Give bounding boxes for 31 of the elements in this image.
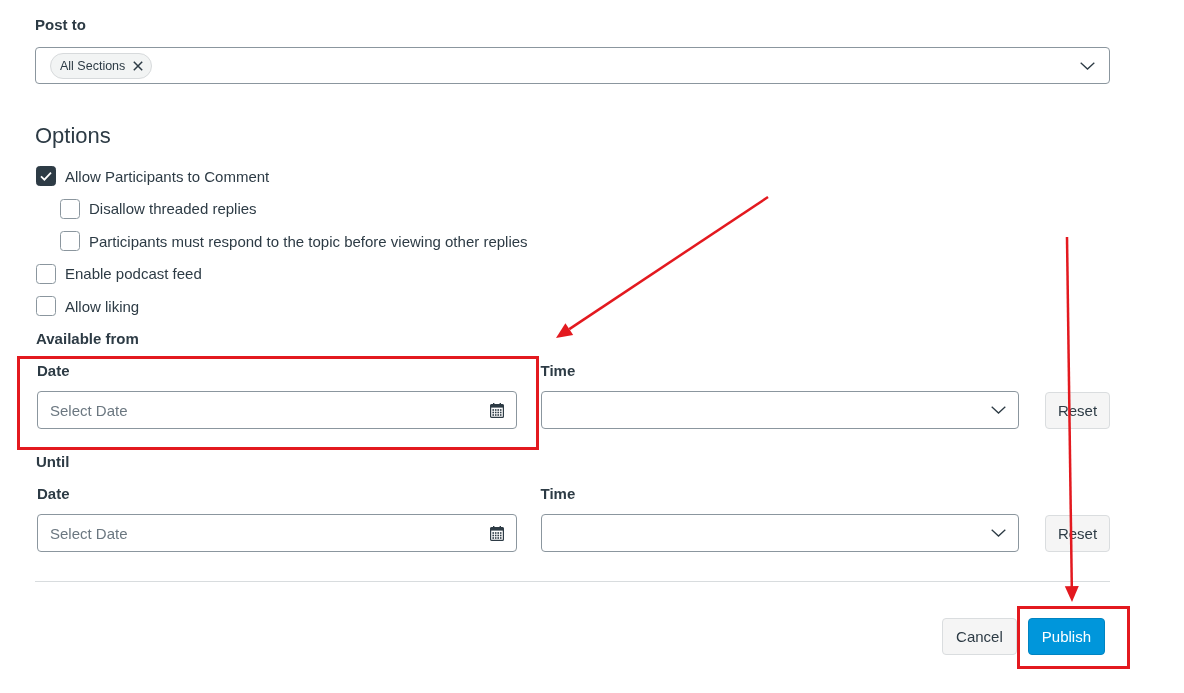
time-select[interactable]	[540, 514, 1020, 552]
tag-label: All Sections	[60, 58, 126, 73]
section-heading: Available from	[36, 329, 139, 349]
section-heading: Until	[36, 452, 70, 472]
chevron-down-icon	[1080, 61, 1095, 70]
field-label: Time	[540, 485, 576, 502]
chevron-down-icon	[991, 529, 1007, 537]
date-input[interactable]: Select Date	[37, 391, 517, 429]
checkbox[interactable]	[60, 231, 80, 252]
close-icon[interactable]	[133, 60, 144, 71]
chevron-down-icon	[991, 406, 1007, 414]
section-heading: Options	[35, 122, 111, 150]
checkbox-label[interactable]: Participants must respond to the topic before viewing other replies	[89, 232, 528, 250]
checkbox[interactable]	[36, 296, 56, 317]
calendar-icon	[489, 526, 504, 541]
time-select[interactable]	[540, 391, 1020, 429]
field-label: Post to	[35, 15, 86, 35]
checkbox[interactable]	[60, 198, 80, 219]
date-input[interactable]: Select Date	[37, 514, 517, 552]
checkbox-label[interactable]: Allow Participants to Comment	[65, 167, 270, 185]
checkbox-label[interactable]: Disallow threaded replies	[89, 200, 257, 218]
checkbox[interactable]	[36, 263, 56, 284]
field-label: Time	[540, 362, 576, 379]
cancel-button[interactable]: Cancel	[942, 618, 1017, 655]
section-select[interactable]: All Sections	[35, 47, 1110, 84]
checkbox[interactable]	[36, 166, 56, 187]
checkbox-label[interactable]: Allow liking	[65, 297, 140, 315]
field-label: Date	[37, 362, 70, 379]
field-label: Date	[37, 485, 70, 502]
checkbox-label[interactable]: Enable podcast feed	[65, 265, 202, 283]
calendar-icon	[489, 403, 504, 418]
